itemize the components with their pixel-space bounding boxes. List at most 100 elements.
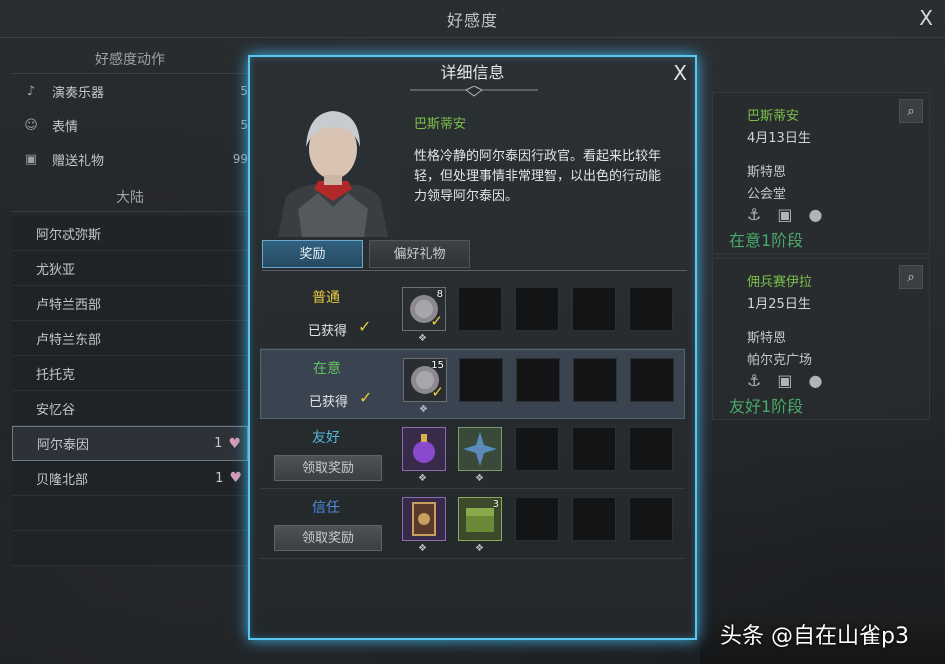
npc-card[interactable]: 佣兵赛伊拉 1月25日生 斯特恩 帕尔克广场 ⚓ ▣ ● 友好1阶段 ⌕ [712, 258, 930, 420]
gift-icon[interactable]: ▣ [777, 371, 792, 390]
chat-icon[interactable]: ● [808, 371, 822, 390]
region-item[interactable]: 卢特兰西部 [12, 286, 248, 321]
action-play-instrument[interactable]: ♪ 演奏乐器 5 [12, 74, 248, 108]
action-count: 5 [240, 118, 248, 132]
emote-icon: ☺ [24, 117, 38, 133]
region-label: 卢特兰西部 [36, 297, 102, 313]
reward-row-care: 在意 已获得 ✓ 15 ✓ ❖ [260, 349, 685, 419]
heart-icon: ♥ [229, 470, 242, 486]
window-title: 好感度 [446, 10, 498, 30]
reward-row-normal: 普通 已获得 ✓ 8 ✓ ❖ [260, 279, 685, 349]
region-list: 阿尔忒弥斯 尤狄亚 卢特兰西部 卢特兰东部 托托克 安忆谷 阿尔泰因 1 ♥ 贝… [12, 216, 248, 566]
region-label: 贝隆北部 [36, 472, 89, 488]
reward-slot-empty [573, 358, 617, 402]
npc-affinity-stage: 在意1阶段 [729, 231, 804, 250]
item-quantity: 8 [436, 289, 443, 300]
region-item[interactable]: 卢特兰东部 [12, 321, 248, 356]
reward-slot[interactable] [402, 497, 446, 541]
region-label: 托托克 [36, 367, 76, 383]
reward-slot[interactable]: 3 [458, 497, 502, 541]
npc-name: 佣兵赛伊拉 [747, 275, 813, 290]
search-icon[interactable]: ⌕ [899, 265, 923, 289]
reward-slot[interactable]: 8 ✓ [402, 287, 446, 331]
region-level: 1 [215, 470, 224, 486]
tier-label: 信任 [312, 500, 340, 516]
anchor-icon[interactable]: ⚓ [747, 371, 761, 390]
region-item[interactable]: 托托克 [12, 356, 248, 391]
gift-icon: ▣ [24, 151, 38, 167]
reward-slot-empty [629, 287, 673, 331]
region-label: 阿尔忒弥斯 [36, 227, 102, 243]
gift-icon[interactable]: ▣ [777, 205, 792, 224]
dialog-close-icon[interactable]: X [673, 61, 687, 85]
chat-icon[interactable]: ● [808, 205, 822, 224]
watermark: 头条 @自在山雀p3 [720, 624, 909, 649]
obtained-check-icon: ✓ [430, 312, 443, 330]
reward-slot-empty [459, 358, 503, 402]
reward-slot-empty [629, 427, 673, 471]
npc-icons: ⚓ ▣ ● [747, 205, 822, 224]
reward-slot[interactable]: 15 ✓ [403, 358, 447, 402]
title-ornament [410, 86, 538, 97]
reward-row-friendly: 友好 领取奖励 ❖ ❖ [260, 419, 685, 489]
reward-row-trust: 信任 领取奖励 ❖ 3 ❖ [260, 489, 685, 559]
reward-slot-empty [572, 497, 616, 541]
star-item-icon [463, 432, 497, 466]
reward-slot-empty [515, 427, 559, 471]
item-quantity: 15 [431, 360, 444, 371]
chevron-down-icon: ❖ [475, 473, 484, 484]
region-item[interactable]: 尤狄亚 [12, 251, 248, 286]
obtained-check-icon: ✓ [431, 383, 444, 401]
left-panel: 好感度动作 ♪ 演奏乐器 5 ☺ 表情 5 ▣ 赠送礼物 99 大陆 阿尔忒弥斯… [12, 46, 248, 606]
item-quantity: 3 [492, 499, 499, 510]
npc-birthday: 4月13日生 [747, 131, 811, 146]
heart-icon: ♥ [228, 435, 241, 452]
regions-header: 大陆 [12, 184, 248, 212]
action-label: 赠送礼物 [52, 153, 105, 169]
character-description: 性格冷静的阿尔泰因行政官。看起来比较年轻，但处理事情非常理智，以出色的行动能力领… [414, 149, 662, 204]
npc-birthday: 1月25日生 [747, 297, 811, 312]
tab-favorite-gifts[interactable]: 偏好礼物 [369, 240, 470, 268]
region-item[interactable]: 阿尔忒弥斯 [12, 216, 248, 251]
tab-rewards[interactable]: 奖励 [262, 240, 363, 268]
window-close-icon[interactable]: X [919, 6, 933, 30]
region-item[interactable]: 安忆谷 [12, 391, 248, 426]
tier-status: 已获得 [308, 324, 348, 339]
search-icon[interactable]: ⌕ [899, 99, 923, 123]
orb-item-icon [413, 434, 435, 463]
chevron-down-icon: ❖ [418, 543, 427, 554]
region-level: 1 [214, 436, 223, 451]
chevron-down-icon: ❖ [475, 543, 484, 554]
region-item[interactable]: 贝隆北部 1 ♥ [12, 461, 248, 496]
action-count: 99 [232, 152, 248, 166]
dialog-title: 详细信息 [440, 63, 505, 82]
reward-slot-empty [515, 287, 559, 331]
tier-label: 友好 [312, 430, 340, 446]
reward-slot-empty [572, 287, 616, 331]
reward-slot[interactable] [402, 427, 446, 471]
npc-card[interactable]: 巴斯蒂安 4月13日生 斯特恩 公会堂 ⚓ ▣ ● 在意1阶段 ⌕ [712, 92, 930, 254]
tier-label: 在意 [313, 361, 341, 377]
tier-label: 普通 [312, 290, 340, 306]
action-emote[interactable]: ☺ 表情 5 [12, 108, 248, 142]
npc-location: 斯特恩 [747, 331, 787, 346]
reward-slot[interactable] [458, 427, 502, 471]
check-icon: ✓ [358, 317, 372, 336]
npc-location-detail: 公会堂 [747, 187, 787, 202]
region-label: 尤狄亚 [36, 262, 76, 278]
region-item-empty [12, 531, 248, 566]
check-icon: ✓ [359, 388, 373, 407]
region-item-selected[interactable]: 阿尔泰因 1 ♥ [12, 426, 248, 461]
action-count: 5 [240, 84, 248, 98]
detail-dialog: 详细信息 X 巴斯蒂安 性格冷静的阿尔泰因行政官。看起来比较年轻，但处理事情非常… [248, 55, 697, 640]
region-item-empty [12, 496, 248, 531]
chevron-down-icon: ❖ [418, 473, 427, 484]
anchor-icon[interactable]: ⚓ [747, 205, 761, 224]
claim-reward-button[interactable]: 领取奖励 [274, 525, 382, 551]
tab-divider [262, 270, 687, 271]
action-give-gift[interactable]: ▣ 赠送礼物 99 [12, 142, 248, 176]
npc-name: 巴斯蒂安 [747, 109, 800, 124]
reward-slot-empty [516, 358, 560, 402]
claim-reward-button[interactable]: 领取奖励 [274, 455, 382, 481]
npc-location-detail: 帕尔克广场 [747, 353, 813, 368]
